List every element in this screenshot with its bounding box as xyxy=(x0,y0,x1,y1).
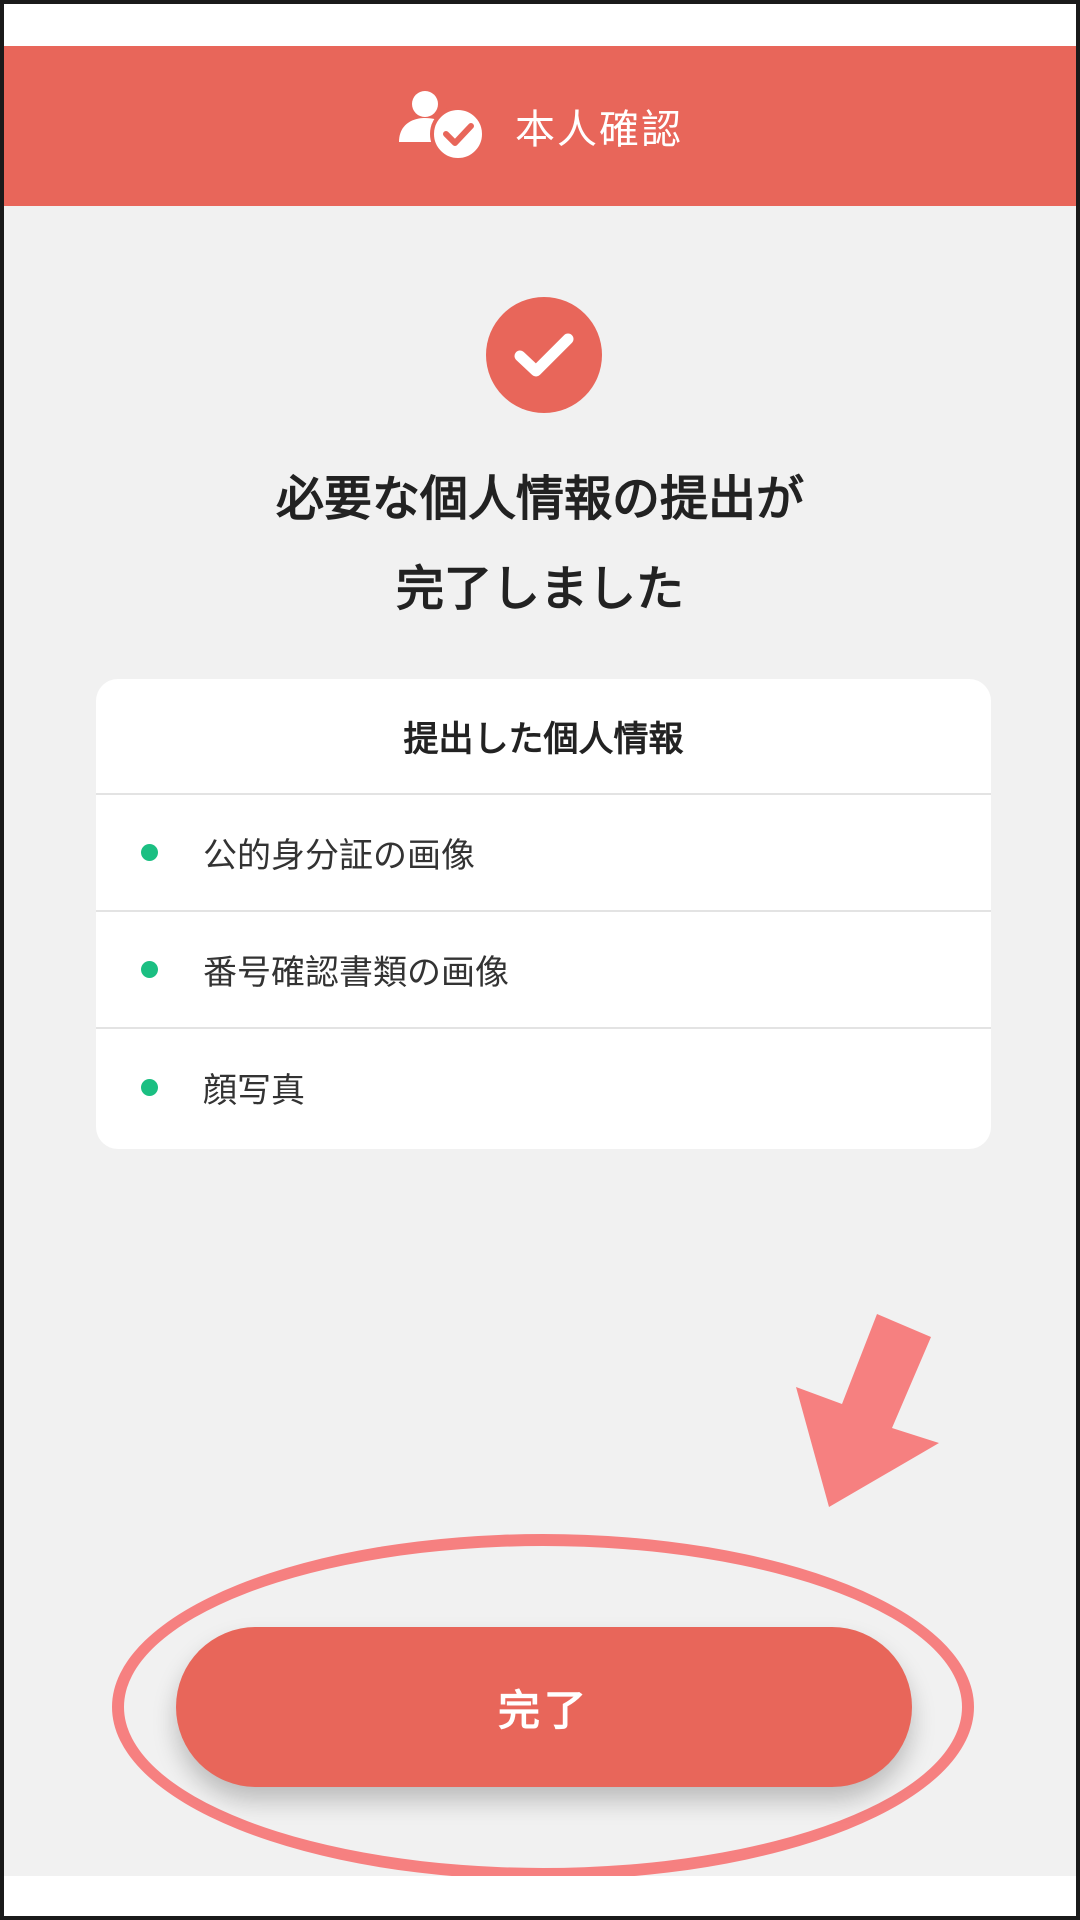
status-bar-area xyxy=(4,4,1076,46)
pointer-arrow-icon xyxy=(796,1314,939,1507)
list-item: 番号確認書類の画像 xyxy=(96,912,991,1029)
bullet-dot-icon xyxy=(141,1079,158,1096)
list-item-label: 顔写真 xyxy=(203,1071,305,1111)
done-button[interactable]: 完了 xyxy=(176,1627,912,1787)
card-title: 提出した個人情報 xyxy=(96,679,991,795)
user-check-icon xyxy=(399,91,486,162)
list-item-label: 番号確認書類の画像 xyxy=(203,953,509,993)
list-item: 公的身分証の画像 xyxy=(96,795,991,912)
completion-message: 必要な個人情報の提出が 完了しました xyxy=(4,454,1076,634)
checkmark-icon xyxy=(514,333,574,377)
list-item: 顔写真 xyxy=(96,1029,991,1146)
completion-message-line1: 必要な個人情報の提出が xyxy=(275,471,804,527)
bullet-dot-icon xyxy=(141,961,158,978)
header-title: 本人確認 xyxy=(515,107,683,153)
submitted-info-card: 提出した個人情報 公的身分証の画像 番号確認書類の画像 顔写真 xyxy=(96,679,991,1149)
completion-message-line2: 完了しました xyxy=(395,561,684,617)
list-item-label: 公的身分証の画像 xyxy=(203,836,475,876)
app-frame: 本人確認 必要な個人情報の提出が 完了しました 提出した個人情報 公的身分証の画… xyxy=(0,0,1080,1920)
bottom-safe-area xyxy=(4,1876,1076,1916)
check-circle-icon xyxy=(486,297,602,413)
bullet-dot-icon xyxy=(141,844,158,861)
app-header: 本人確認 xyxy=(4,46,1076,206)
